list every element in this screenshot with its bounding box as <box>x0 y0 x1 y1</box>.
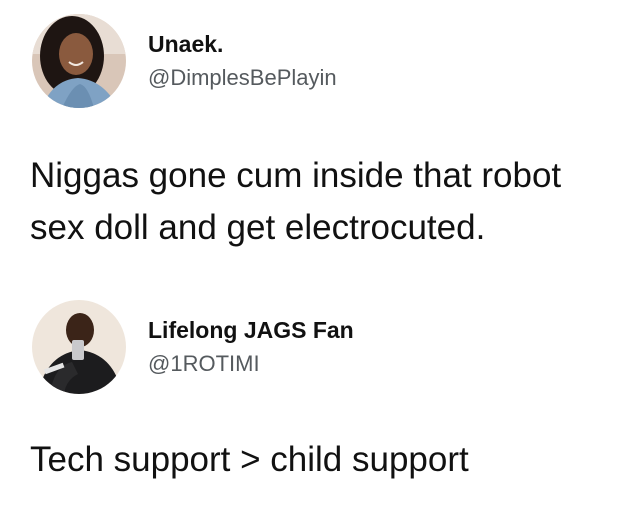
profile-photo-icon <box>32 14 126 108</box>
user-handle[interactable]: @DimplesBePlayin <box>148 64 337 92</box>
tweet-author: Lifelong JAGS Fan @1ROTIMI <box>148 316 354 378</box>
tweet-author: Unaek. @DimplesBePlayin <box>148 30 337 92</box>
tweet-header: Lifelong JAGS Fan @1ROTIMI <box>32 300 354 394</box>
tweet-text: Niggas gone cum inside that robot sex do… <box>30 156 562 247</box>
tweet-header: Unaek. @DimplesBePlayin <box>32 14 337 108</box>
tweet-card: Unaek. @DimplesBePlayin Niggas gone cum … <box>0 0 640 290</box>
tweet-card: Lifelong JAGS Fan @1ROTIMI Tech support … <box>0 290 640 514</box>
display-name[interactable]: Unaek. <box>148 30 337 58</box>
profile-photo-icon <box>32 300 126 394</box>
avatar[interactable] <box>32 300 126 394</box>
avatar[interactable] <box>32 14 126 108</box>
display-name[interactable]: Lifelong JAGS Fan <box>148 316 354 344</box>
user-handle[interactable]: @1ROTIMI <box>148 350 354 378</box>
tweet-text: Tech support > child support <box>30 440 469 479</box>
